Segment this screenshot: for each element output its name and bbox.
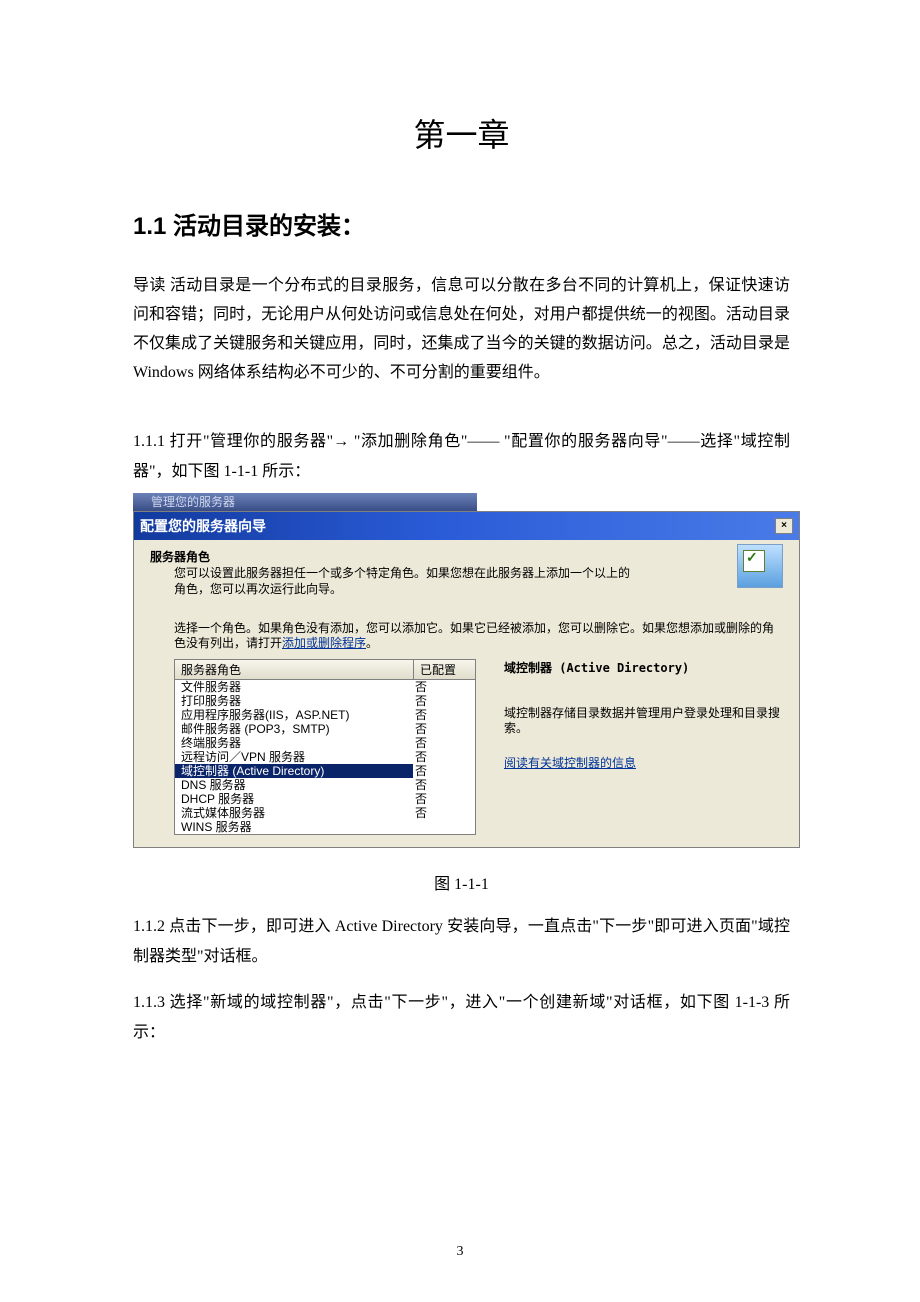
add-remove-programs-link[interactable]: 添加或删除程序 [282, 636, 366, 650]
close-button[interactable]: × [775, 518, 793, 534]
role-name-cell: 流式媒体服务器 [175, 806, 413, 820]
role-configured-cell: 否 [413, 736, 475, 750]
table-row[interactable]: 远程访问／VPN 服务器否 [175, 750, 475, 764]
figure-1-1-1: 管理您的服务器 配置您的服务器向导 × 服务器角色 您可以设置此服务器担任一个或… [133, 493, 790, 848]
step-1-1-1: 1.1.1 打开"管理你的服务器"→ "添加删除角色"—— "配置你的服务器向导… [133, 427, 790, 487]
role-configured-cell: 否 [413, 764, 475, 778]
column-header-configured[interactable]: 已配置 [414, 660, 475, 679]
role-name-cell: DNS 服务器 [175, 778, 413, 792]
step-1-1-2: 1.1.2 点击下一步，即可进入 Active Directory 安装向导，一… [133, 912, 790, 972]
role-configured-cell: 否 [413, 778, 475, 792]
role-name-cell: 域控制器 (Active Directory) [175, 764, 413, 778]
role-name-cell: 打印服务器 [175, 694, 413, 708]
select-role-instruction: 选择一个角色。如果角色没有添加，您可以添加它。如果它已经被添加，您可以删除它。如… [174, 621, 783, 651]
table-row[interactable]: 打印服务器否 [175, 694, 475, 708]
server-role-table[interactable]: 服务器角色 已配置 文件服务器否打印服务器否应用程序服务器(IIS，ASP.NE… [174, 659, 476, 835]
table-row[interactable]: 应用程序服务器(IIS，ASP.NET)否 [175, 708, 475, 722]
table-row[interactable]: 终端服务器否 [175, 736, 475, 750]
wizard-icon [737, 544, 783, 588]
read-more-link[interactable]: 阅读有关域控制器的信息 [504, 756, 636, 770]
intro-paragraph: 导读 活动目录是一个分布式的目录服务，信息可以分散在多台不同的计算机上，保证快速… [133, 271, 790, 387]
role-description: 您可以设置此服务器担任一个或多个特定角色。如果您想在此服务器上添加一个以上的角色… [174, 565, 634, 597]
column-header-role[interactable]: 服务器角色 [175, 660, 414, 679]
role-name-cell: 应用程序服务器(IIS，ASP.NET) [175, 708, 413, 722]
wizard-window: 配置您的服务器向导 × 服务器角色 您可以设置此服务器担任一个或多个特定角色。如… [133, 511, 800, 848]
detail-title: 域控制器 (Active Directory) [504, 659, 783, 676]
step-1-1-3: 1.1.3 选择"新域的域控制器"，点击"下一步"，进入"一个创建新域"对话框，… [133, 988, 790, 1048]
chapter-title: 第一章 [133, 110, 790, 156]
table-row[interactable]: WINS 服务器 [175, 820, 475, 834]
role-configured-cell: 否 [413, 750, 475, 764]
table-row[interactable]: DNS 服务器否 [175, 778, 475, 792]
table-row[interactable]: DHCP 服务器否 [175, 792, 475, 806]
role-name-cell: 终端服务器 [175, 736, 413, 750]
role-name-cell: DHCP 服务器 [175, 792, 413, 806]
role-configured-cell [413, 820, 475, 834]
wizard-titlebar: 配置您的服务器向导 × [134, 512, 799, 540]
role-heading: 服务器角色 [150, 548, 783, 565]
role-configured-cell: 否 [413, 806, 475, 820]
role-name-cell: 邮件服务器 (POP3，SMTP) [175, 722, 413, 736]
table-row[interactable]: 域控制器 (Active Directory)否 [175, 764, 475, 778]
section-title: 1.1 活动目录的安装： [133, 206, 790, 241]
role-configured-cell: 否 [413, 680, 475, 694]
role-name-cell: WINS 服务器 [175, 820, 413, 834]
table-row[interactable]: 邮件服务器 (POP3，SMTP)否 [175, 722, 475, 736]
role-configured-cell: 否 [413, 694, 475, 708]
role-configured-cell: 否 [413, 722, 475, 736]
wizard-title: 配置您的服务器向导 [140, 516, 266, 536]
role-detail-panel: 域控制器 (Active Directory) 域控制器存储目录数据并管理用户登… [504, 659, 783, 835]
role-name-cell: 远程访问／VPN 服务器 [175, 750, 413, 764]
detail-description: 域控制器存储目录数据并管理用户登录处理和目录搜索。 [504, 706, 783, 736]
figure-caption: 图 1-1-1 [133, 870, 790, 894]
page-number: 3 [0, 1244, 920, 1260]
role-name-cell: 文件服务器 [175, 680, 413, 694]
table-row[interactable]: 流式媒体服务器否 [175, 806, 475, 820]
parent-window-titlebar: 管理您的服务器 [133, 493, 477, 511]
role-configured-cell: 否 [413, 708, 475, 722]
table-row[interactable]: 文件服务器否 [175, 680, 475, 694]
role-configured-cell: 否 [413, 792, 475, 806]
